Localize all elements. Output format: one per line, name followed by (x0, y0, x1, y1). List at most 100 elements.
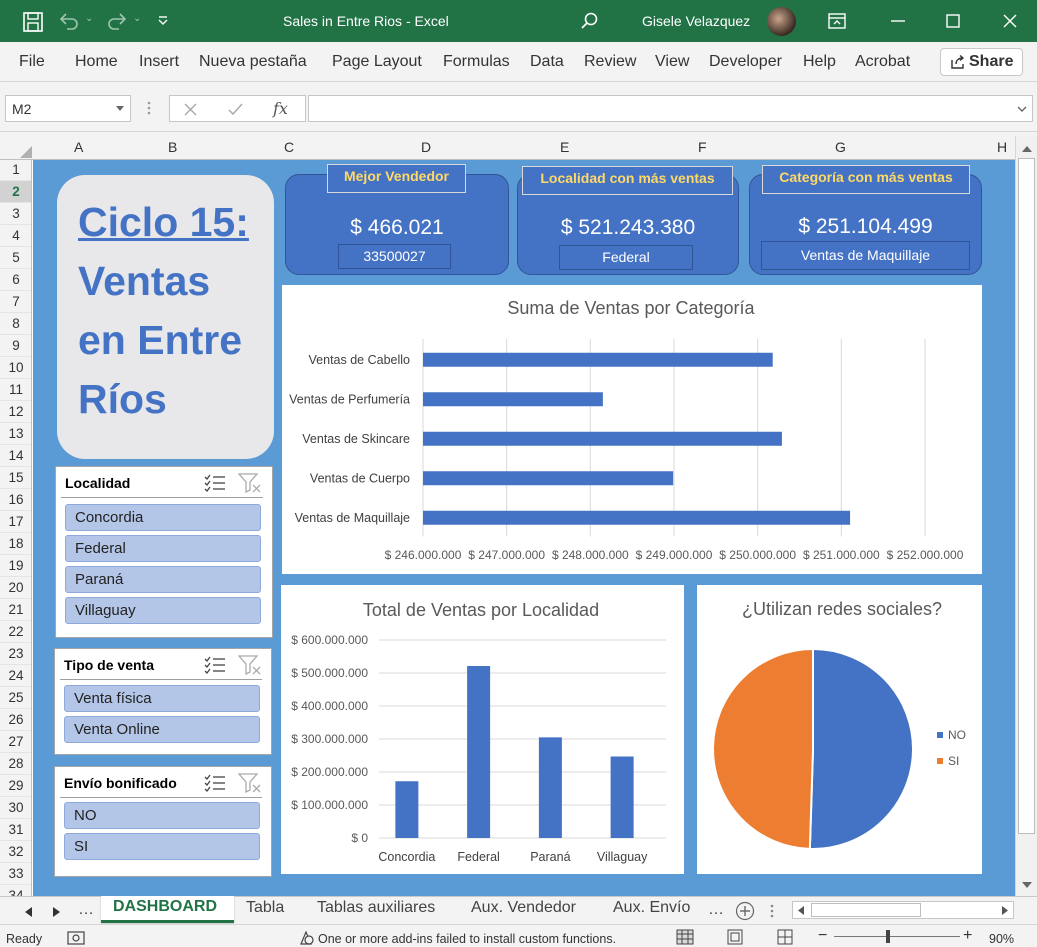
menu-acrobat[interactable]: Acrobat (855, 53, 910, 71)
scroll-left-icon[interactable] (798, 906, 804, 915)
zoom-out-icon[interactable]: − (818, 927, 827, 945)
column-header-a[interactable]: A (74, 139, 83, 155)
close-icon[interactable] (1003, 14, 1017, 28)
zoom-slider-thumb[interactable] (886, 930, 890, 943)
tab-dashboard[interactable]: DASHBOARD (101, 896, 234, 923)
slicer-item-federal[interactable]: Federal (65, 535, 261, 562)
undo-dropdown-icon[interactable]: ⌄ (85, 13, 93, 24)
row-header-21[interactable]: 21 (0, 599, 31, 621)
redo-icon[interactable] (106, 11, 128, 31)
more-tabs-right-icon[interactable]: … (708, 901, 724, 919)
row-header-24[interactable]: 24 (0, 665, 31, 687)
multi-select-icon[interactable] (204, 474, 226, 492)
row-header-3[interactable]: 3 (0, 203, 31, 225)
row-header-14[interactable]: 14 (0, 445, 31, 467)
ribbon-display-icon[interactable] (828, 13, 846, 29)
column-header-d[interactable]: D (421, 139, 431, 155)
row-header-5[interactable]: 5 (0, 247, 31, 269)
horizontal-scrollbar[interactable] (792, 901, 1014, 919)
undo-icon[interactable] (58, 11, 80, 31)
scroll-right-icon[interactable] (1002, 906, 1008, 915)
slicer-item-parana[interactable]: Paraná (65, 566, 261, 593)
zoom-slider[interactable] (834, 936, 960, 937)
name-box[interactable]: M2 (5, 95, 131, 122)
clear-filter-icon[interactable] (238, 773, 262, 793)
scroll-up-icon[interactable] (1022, 146, 1032, 152)
column-header-f[interactable]: F (698, 139, 707, 155)
menu-developer[interactable]: Developer (709, 53, 782, 71)
scroll-tabs-right-icon[interactable] (53, 907, 60, 917)
row-header-15[interactable]: 15 (0, 467, 31, 489)
row-header-23[interactable]: 23 (0, 643, 31, 665)
slicer-item-venta-fisica[interactable]: Venta física (64, 685, 260, 712)
row-header-9[interactable]: 9 (0, 335, 31, 357)
normal-view-icon[interactable] (676, 929, 694, 945)
zoom-in-icon[interactable]: + (963, 927, 972, 945)
row-header-27[interactable]: 27 (0, 731, 31, 753)
scroll-down-icon[interactable] (1022, 882, 1032, 888)
formula-input[interactable] (308, 95, 1033, 122)
page-break-view-icon[interactable] (777, 929, 793, 945)
accessibility-icon[interactable] (67, 931, 85, 945)
enter-icon[interactable] (228, 103, 243, 116)
column-header-g[interactable]: G (835, 139, 846, 155)
scroll-tabs-left-icon[interactable] (25, 907, 32, 917)
search-icon[interactable] (579, 11, 599, 31)
tab-tabla[interactable]: Tabla (246, 899, 284, 917)
column-header-e[interactable]: E (560, 139, 569, 155)
row-header-19[interactable]: 19 (0, 555, 31, 577)
slicer-item-villaguay[interactable]: Villaguay (65, 597, 261, 624)
row-header-34[interactable]: 34 (0, 885, 31, 896)
row-header-30[interactable]: 30 (0, 797, 31, 819)
menu-formulas[interactable]: Formulas (443, 53, 510, 71)
menu-nueva-pestana[interactable]: Nueva pestaña (199, 53, 307, 71)
menu-file[interactable]: File (19, 53, 45, 71)
menu-help[interactable]: Help (803, 53, 836, 71)
user-name[interactable]: Gisele Velazquez (642, 13, 750, 29)
menu-review[interactable]: Review (584, 53, 636, 71)
row-header-22[interactable]: 22 (0, 621, 31, 643)
more-options-icon[interactable] (147, 101, 151, 115)
tab-tablas-auxiliares[interactable]: Tablas auxiliares (317, 899, 435, 917)
multi-select-icon[interactable] (204, 656, 226, 674)
slicer-item-venta-online[interactable]: Venta Online (64, 716, 260, 743)
row-header-25[interactable]: 25 (0, 687, 31, 709)
slicer-item-si[interactable]: SI (64, 833, 260, 860)
customize-toolbar-icon[interactable] (157, 15, 169, 27)
horizontal-scroll-thumb[interactable] (811, 903, 921, 917)
multi-select-icon[interactable] (204, 774, 226, 792)
vertical-scroll-thumb[interactable] (1018, 158, 1035, 834)
chart-ventas-por-categoria[interactable]: Suma de Ventas por Categoría $ 246.000.00… (282, 285, 982, 574)
row-header-2[interactable]: 2 (0, 181, 31, 203)
row-header-20[interactable]: 20 (0, 577, 31, 599)
redo-dropdown-icon[interactable]: ⌄ (133, 13, 141, 24)
menu-page-layout[interactable]: Page Layout (332, 53, 422, 71)
menu-view[interactable]: View (655, 53, 689, 71)
clear-filter-icon[interactable] (238, 655, 262, 675)
vertical-scrollbar[interactable] (1015, 136, 1037, 896)
slicer-item-concordia[interactable]: Concordia (65, 504, 261, 531)
row-header-8[interactable]: 8 (0, 313, 31, 335)
more-tabs-left-icon[interactable]: … (78, 901, 94, 919)
new-sheet-icon[interactable] (735, 901, 755, 921)
row-header-13[interactable]: 13 (0, 423, 31, 445)
row-header-1[interactable]: 1 (0, 160, 31, 181)
menu-insert[interactable]: Insert (139, 53, 179, 71)
row-header-29[interactable]: 29 (0, 775, 31, 797)
menu-data[interactable]: Data (530, 53, 564, 71)
column-header-h[interactable]: H (997, 139, 1007, 155)
save-icon[interactable] (22, 11, 44, 33)
insert-function-icon[interactable]: fx (273, 99, 288, 118)
column-header-b[interactable]: B (168, 139, 177, 155)
chart-ventas-por-localidad[interactable]: Total de Ventas por Localidad $ 0 $ 100.00… (281, 585, 684, 874)
menu-home[interactable]: Home (75, 53, 118, 71)
row-header-18[interactable]: 18 (0, 533, 31, 555)
zoom-level[interactable]: 90% (989, 932, 1014, 946)
share-button[interactable]: Share (940, 48, 1023, 76)
row-header-6[interactable]: 6 (0, 269, 31, 291)
row-header-31[interactable]: 31 (0, 819, 31, 841)
maximize-icon[interactable] (946, 14, 960, 28)
row-header-26[interactable]: 26 (0, 709, 31, 731)
row-header-32[interactable]: 32 (0, 841, 31, 863)
row-header-11[interactable]: 11 (0, 379, 31, 401)
